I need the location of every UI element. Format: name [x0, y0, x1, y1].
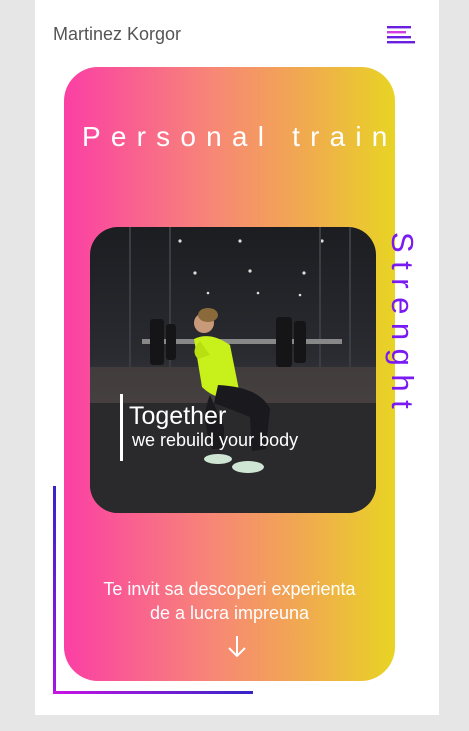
- scroll-down-button[interactable]: [226, 634, 248, 660]
- arrow-down-icon: [228, 636, 246, 658]
- tagline-accent-bar: [120, 394, 123, 461]
- tagline-sub: we rebuild your body: [132, 430, 299, 450]
- hero-title: Personal trainer: [82, 121, 443, 152]
- menu-button[interactable]: [387, 26, 415, 44]
- intro-text: Te invit sa descoperi experienta de a lu…: [64, 577, 395, 625]
- hamburger-menu-icon: [387, 26, 415, 44]
- brand-name[interactable]: Martinez Korgor: [53, 24, 181, 45]
- woman-squat-barbell-photo: [90, 227, 376, 513]
- decorative-corner-line-vertical: [53, 486, 56, 694]
- trainer-photo: [90, 227, 376, 513]
- tagline-main: Together: [129, 402, 227, 430]
- decorative-corner-line-horizontal: [53, 691, 253, 694]
- vertical-strength-word: Strenght: [385, 232, 420, 418]
- intro-line-1: Te invit sa descoperi experienta: [103, 579, 356, 599]
- intro-line-2: de a lucra impreuna: [149, 603, 310, 623]
